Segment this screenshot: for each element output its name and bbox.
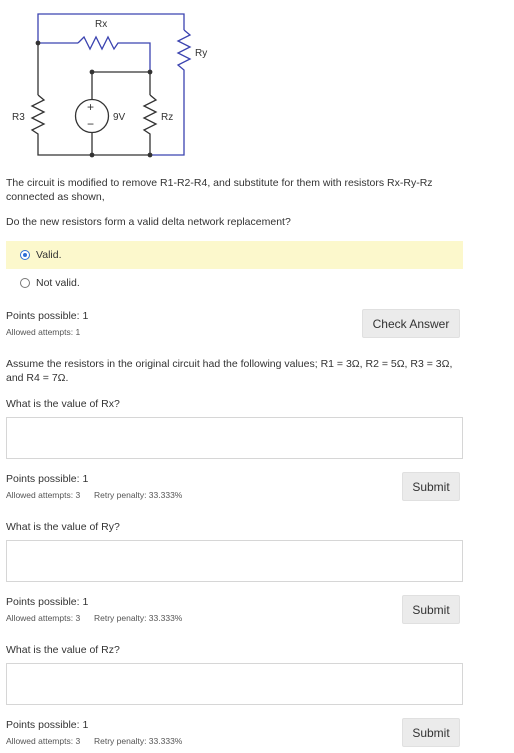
label-ry: Ry xyxy=(195,48,207,59)
label-rz: Rz xyxy=(161,112,173,123)
minus-sign: − xyxy=(87,117,94,131)
allowed-attempts: Allowed attempts: 3 xyxy=(6,490,81,500)
retry-penalty: Retry penalty: 33.333% xyxy=(94,613,183,623)
points-possible: Points possible: 1 xyxy=(6,473,89,485)
points-possible: Points possible: 1 xyxy=(6,310,89,322)
retry-penalty: Retry penalty: 33.333% xyxy=(94,736,183,746)
rz-answer-input[interactable] xyxy=(6,663,463,705)
question-statement: The circuit is modified to remove R1-R2-… xyxy=(6,177,433,203)
radio-selected-icon[interactable] xyxy=(20,250,30,260)
radio-unselected-icon[interactable] xyxy=(20,278,30,288)
resistor-r3 xyxy=(30,94,46,137)
retry-penalty: Retry penalty: 33.333% xyxy=(94,490,183,500)
option-label: Not valid. xyxy=(36,277,80,289)
resistor-ry xyxy=(176,29,192,76)
check-answer-button[interactable]: Check Answer xyxy=(362,309,460,338)
rz-prompt: What is the value of Rz? xyxy=(6,644,120,656)
submit-rx-button[interactable]: Submit xyxy=(402,472,460,501)
ry-answer-input[interactable] xyxy=(6,540,463,582)
rx-prompt: What is the value of Rx? xyxy=(6,398,120,410)
allowed-attempts: Allowed attempts: 3 xyxy=(6,613,81,623)
submit-ry-button[interactable]: Submit xyxy=(402,595,460,624)
circuit-diagram: Rx Ry R3 Rz 9V + − xyxy=(12,13,207,158)
label-source: 9V xyxy=(113,112,126,123)
given-values: Assume the resistors in the original cir… xyxy=(6,358,453,384)
option-not-valid[interactable]: Not valid. xyxy=(6,269,463,297)
allowed-attempts: Allowed attempts: 3 xyxy=(6,736,81,746)
rx-answer-input[interactable] xyxy=(6,417,463,459)
allowed-attempts: Allowed attempts: 1 xyxy=(6,327,81,337)
ry-prompt: What is the value of Ry? xyxy=(6,521,120,533)
resistor-rx xyxy=(77,35,122,51)
submit-rz-button[interactable]: Submit xyxy=(402,718,460,747)
label-rx: Rx xyxy=(95,19,107,30)
question-prompt: Do the new resistors form a valid delta … xyxy=(6,216,291,228)
option-label: Valid. xyxy=(36,249,62,261)
points-possible: Points possible: 1 xyxy=(6,596,89,608)
option-valid[interactable]: Valid. xyxy=(6,241,463,269)
resistor-rz xyxy=(142,94,158,137)
plus-sign: + xyxy=(87,100,94,114)
points-possible: Points possible: 1 xyxy=(6,719,89,731)
label-r3: R3 xyxy=(12,112,25,123)
